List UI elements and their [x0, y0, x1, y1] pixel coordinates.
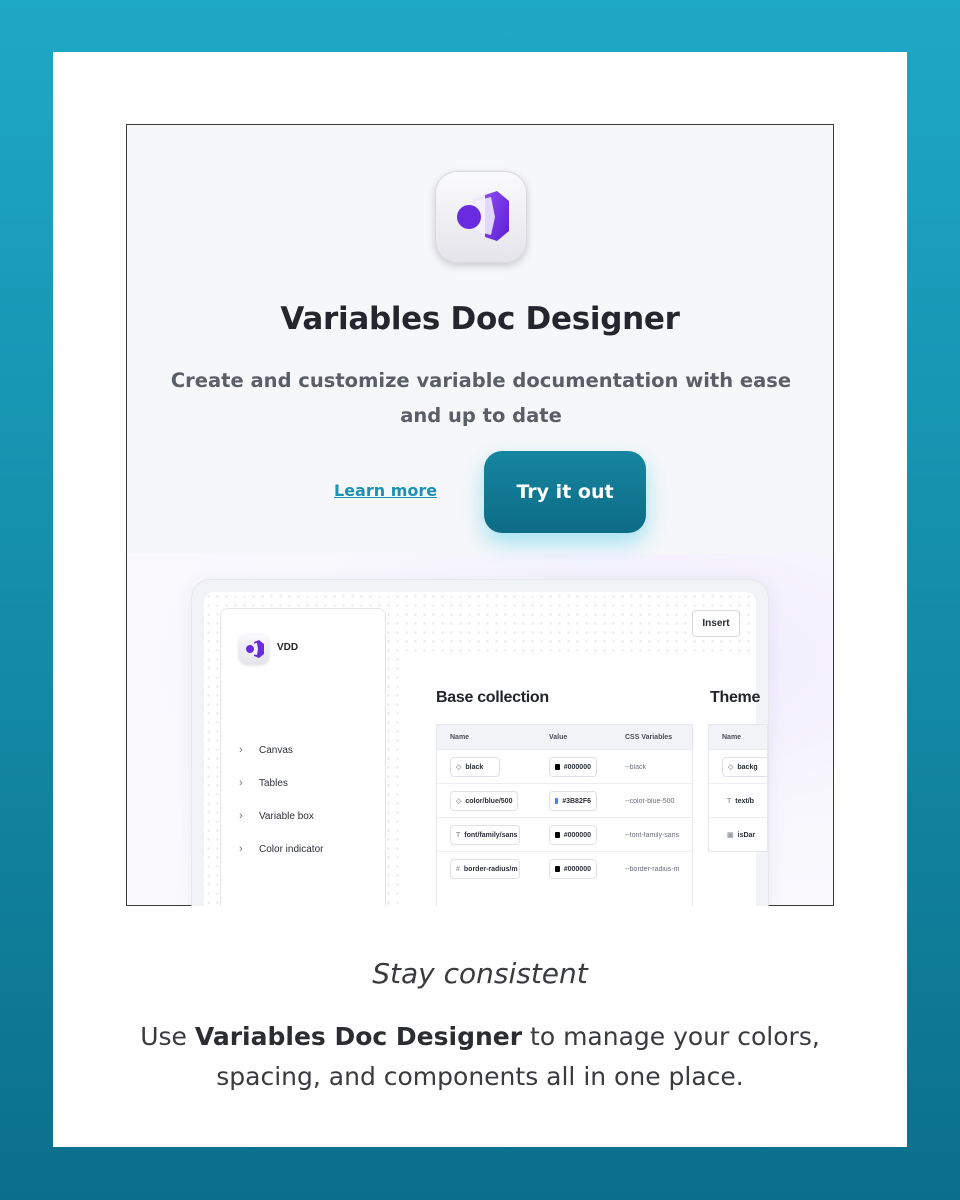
variable-chip: Ttext/b	[722, 791, 767, 811]
css-variable: --border-radius-m	[625, 866, 680, 873]
variable-chip: ◇ color/blue/500	[450, 791, 518, 811]
column-header-value: Value	[549, 734, 568, 741]
nav-item-canvas[interactable]: › Canvas	[239, 744, 293, 756]
css-variable: --font-family-sans	[625, 832, 680, 839]
table-header: Name Value CSS Variables	[437, 725, 692, 749]
column-header-name: Name	[450, 734, 470, 741]
variable-chip: # border-radius/m	[450, 859, 520, 879]
css-variable: --color-blue-500	[625, 798, 675, 805]
nav-label: Canvas	[259, 744, 293, 756]
variable-chip: ▣ isDar	[722, 825, 767, 845]
variable-chip: ◇ black	[450, 757, 500, 777]
chevron-right-icon: ›	[239, 810, 243, 822]
promo-card: Variables Doc Designer Create and custom…	[53, 52, 907, 1147]
value-chip: #000000	[549, 825, 597, 845]
table-row[interactable]: ◇ backg	[709, 749, 767, 783]
css-variable: --black	[625, 764, 647, 771]
table-row[interactable]: Tfont/family/sans #000000 --font-family-…	[437, 817, 692, 851]
variable-chip: Tfont/family/sans	[450, 825, 520, 845]
nav-item-color-indicator[interactable]: › Color indicator	[239, 843, 323, 855]
column-header-name: Name	[722, 734, 742, 741]
nav-label: Tables	[259, 777, 288, 789]
nav-label: Variable box	[259, 810, 314, 822]
table-row[interactable]: Ttext/b	[709, 783, 767, 817]
column-header-css: CSS Variables	[625, 734, 673, 741]
variables-table: Name Value CSS Variables ◇ black #000000 …	[436, 724, 693, 906]
vdd-logo-icon	[239, 634, 269, 664]
vdd-app-name: VDD	[277, 642, 299, 653]
chevron-right-icon: ›	[239, 777, 243, 789]
caption-heading: Stay consistent	[372, 957, 588, 990]
nav-item-tables[interactable]: › Tables	[239, 777, 288, 789]
collection-title: Base collection	[436, 689, 549, 706]
table-header: Name	[709, 725, 767, 749]
nav-item-variable-box[interactable]: › Variable box	[239, 810, 314, 822]
value-chip: #3B82F6	[549, 791, 597, 811]
table-row[interactable]: ▣ isDar	[709, 817, 767, 851]
table-row[interactable]: ◇ black #000000 --black	[437, 749, 692, 783]
nav-label: Color indicator	[259, 843, 324, 855]
value-chip: #000000	[549, 757, 597, 777]
chevron-right-icon: ›	[239, 744, 243, 756]
caption-product-name: Variables Doc Designer	[194, 1022, 523, 1051]
theme-table: Name ◇ backg Ttext/b ▣ isDar	[708, 724, 768, 852]
value-chip: #000000	[549, 859, 597, 879]
insert-button[interactable]: Insert	[692, 610, 740, 637]
chevron-right-icon: ›	[239, 843, 243, 855]
variable-chip: ◇ backg	[722, 757, 767, 777]
table-row[interactable]: ◇ color/blue/500 #3B82F6 --color-blue-500	[437, 783, 692, 817]
caption-body: Use Variables Doc Designer to manage you…	[140, 1022, 820, 1091]
table-row[interactable]: # border-radius/m #000000 --border-radius…	[437, 851, 692, 885]
theme-title: Theme	[710, 689, 760, 706]
app-preview: VDD › Canvas › Tables › Variable box › C…	[126, 124, 834, 906]
